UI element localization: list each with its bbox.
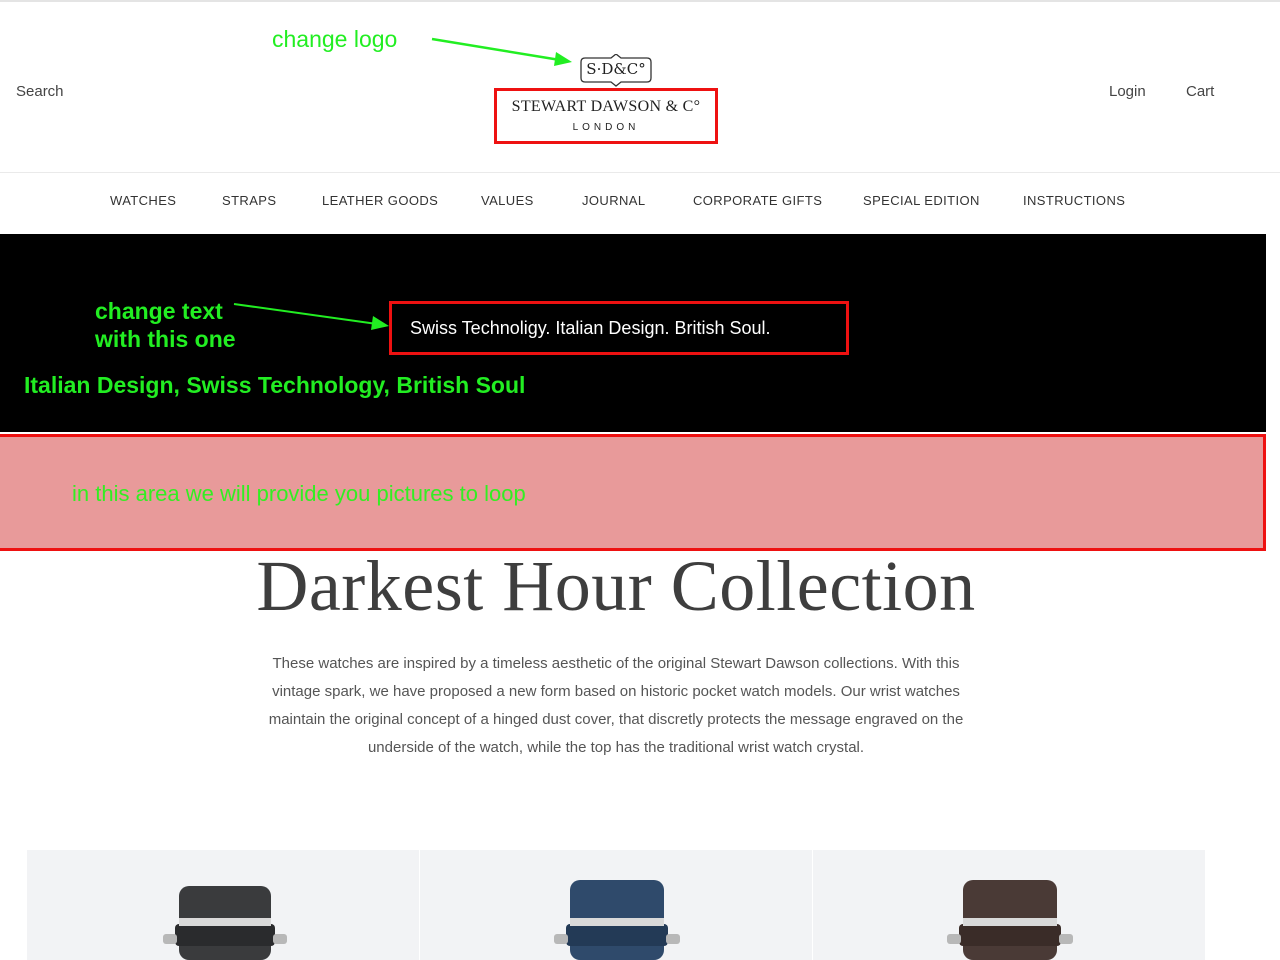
annotation-replacement-text: Italian Design, Swiss Technology, Britis… [24,372,526,398]
image-carousel-placeholder: in this area we will provide you picture… [0,434,1266,551]
nav-item-straps[interactable]: STRAPS [222,193,276,208]
annotation-change-logo: change logo [272,26,398,52]
product-card[interactable] [813,850,1205,960]
logo-highlight-box[interactable]: STEWART DAWSON & C° LONDON [494,88,718,144]
nav-item-journal[interactable]: JOURNAL [582,193,645,208]
tagline-highlight-box: Swiss Technoligy. Italian Design. Britis… [389,301,849,355]
hero-banner: change text with this one Swiss Technoli… [0,234,1266,432]
watch-image-icon [163,886,287,960]
nav-item-corporate-gifts[interactable]: CORPORATE GIFTS [693,193,822,208]
banner-tagline: Swiss Technoligy. Italian Design. Britis… [410,318,771,338]
watch-image-icon [947,880,1073,960]
login-link[interactable]: Login [1109,83,1146,100]
logo-brand-name: STEWART DAWSON & C° [511,98,701,115]
nav-item-watches[interactable]: WATCHES [110,193,176,208]
logo-city: LONDON [572,122,640,133]
cart-link[interactable]: Cart [1186,83,1214,100]
logo-monogram-text: S·D&C° [586,60,646,78]
nav-item-special-edition[interactable]: SPECIAL EDITION [863,193,980,208]
annotation-arrow-icon [431,37,572,66]
collection-title: Darkest Hour Collection [256,546,976,626]
site-header: Search S·D&C° STEWART DAWSON & C° LONDON… [0,2,1280,173]
search-link[interactable]: Search [16,83,64,100]
annotation-change-text-line: change text [95,298,223,324]
annotation-carousel-note: in this area we will provide you picture… [72,481,526,506]
annotation-change-text-line: with this one [95,326,236,352]
main-nav: WATCHES STRAPS LEATHER GOODS VALUES JOUR… [0,173,1280,233]
product-grid [27,850,1205,960]
nav-item-instructions[interactable]: INSTRUCTIONS [1023,193,1125,208]
watch-image-icon [554,880,680,960]
product-card[interactable] [420,850,812,960]
annotation-arrow-icon [233,303,389,330]
product-card[interactable] [27,850,419,960]
nav-item-values[interactable]: VALUES [481,193,534,208]
annotation-change-text: change text with this one [95,297,236,353]
logo-monogram[interactable]: S·D&C° [579,54,653,87]
nav-item-leather-goods[interactable]: LEATHER GOODS [322,193,438,208]
collection-description: These watches are inspired by a timeless… [268,655,964,756]
